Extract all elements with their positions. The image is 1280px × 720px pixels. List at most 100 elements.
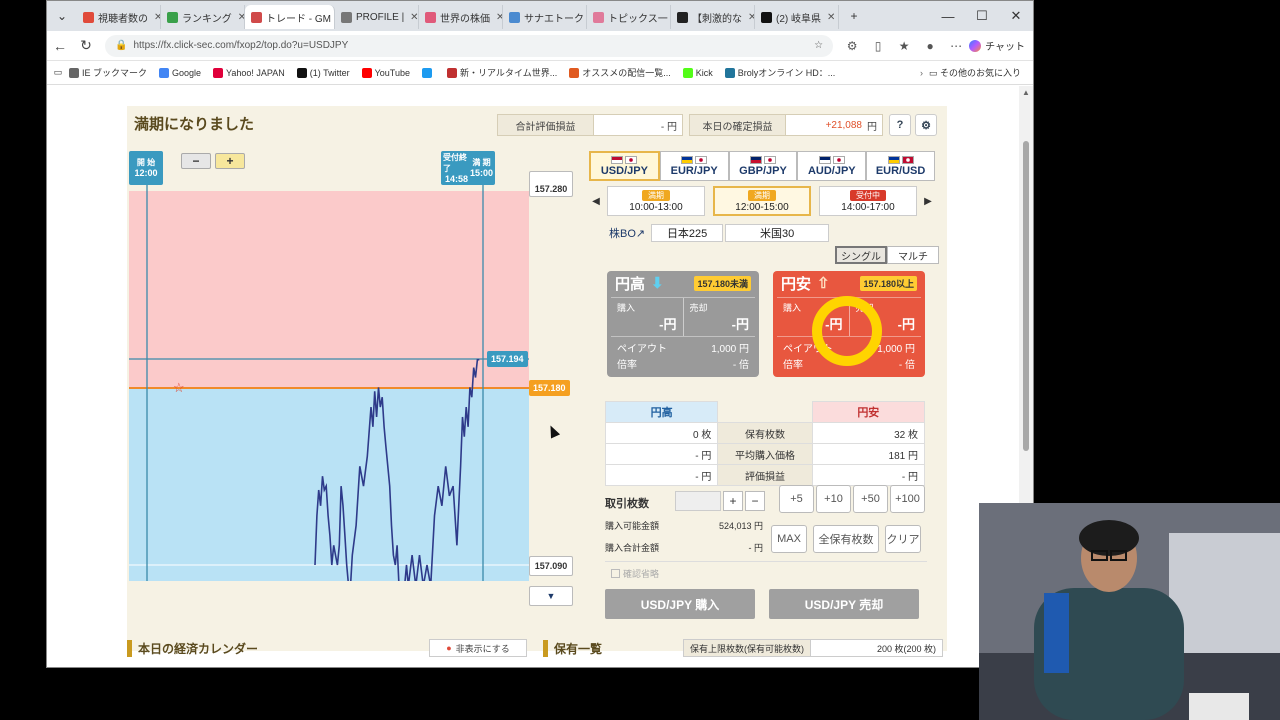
close-window-icon[interactable]: ✕	[999, 8, 1033, 24]
tab-6[interactable]: トピックス一✕	[587, 5, 671, 29]
copilot-chat-button[interactable]: チャット	[969, 38, 1025, 53]
price-chart: ☆ 12:0012:3013:0013:3014:0014:3015:00 開 …	[129, 151, 579, 606]
sell-button[interactable]: USD/JPY 売却	[769, 589, 919, 619]
bookmark-0[interactable]: IE ブックマーク	[69, 66, 147, 79]
qty-plus-button[interactable]: +	[723, 491, 743, 511]
pair-tab-1[interactable]: EUR/JPY	[659, 151, 729, 181]
total-label: 購入合計金額	[605, 543, 660, 553]
bookmark-4[interactable]: YouTube	[361, 67, 410, 78]
scroll-down-icon[interactable]: ▼	[529, 586, 573, 606]
period-1[interactable]: 満期 12:00-15:00	[713, 186, 811, 216]
reload-icon[interactable]: ↻	[73, 37, 99, 54]
holdings-title: 保有一覧	[554, 641, 603, 656]
total-value: - 円	[748, 543, 764, 553]
tab-label: PROFILE |	[356, 11, 405, 23]
close-tab-icon[interactable]: ✕	[404, 12, 418, 23]
bookmark-label: Google	[172, 67, 202, 78]
quick-qty-button[interactable]: +50	[853, 485, 888, 513]
close-tab-icon[interactable]: ✕	[490, 12, 502, 23]
tab-label: (2) 岐阜県	[776, 13, 821, 25]
price-top-label[interactable]: 157.280	[529, 171, 573, 197]
maximize-icon[interactable]: ☐	[965, 8, 999, 24]
tab-5[interactable]: サナエトーク✕	[503, 5, 587, 29]
bookmark-6[interactable]: 新・リアルタイム世界...	[446, 66, 557, 79]
scroll-up-icon[interactable]: ▲	[1022, 88, 1030, 97]
url-input[interactable]: 🔒 https://fx.click-sec.com/fxop2/top.do?…	[105, 34, 834, 57]
tab-2[interactable]: トレード - GM✕	[245, 5, 335, 29]
bookmark-5[interactable]	[421, 67, 435, 78]
tab-us30[interactable]: 米国30	[725, 224, 830, 242]
close-tab-icon[interactable]: ✕	[232, 12, 244, 23]
more-icon[interactable]: ⋯	[943, 39, 969, 53]
accept-end-label: 受付終了	[443, 152, 467, 173]
close-tab-icon[interactable]: ✕	[742, 12, 754, 23]
pair-tab-3[interactable]: AUD/JPY	[797, 151, 867, 181]
tab-actions-icon[interactable]: ▭	[47, 67, 69, 78]
bookmark-3[interactable]: (1) Twitter	[296, 67, 350, 78]
bookmark-1[interactable]: Google	[159, 67, 202, 78]
quick-qty-button[interactable]: +5	[779, 485, 814, 513]
zoom-in-icon[interactable]: +	[215, 153, 245, 169]
prev-period-icon[interactable]: ◀	[589, 186, 603, 216]
bookmark-favicon-icon	[569, 67, 580, 78]
qty-input[interactable]	[675, 491, 721, 511]
help-button[interactable]: ?	[889, 114, 911, 136]
bookmark-8[interactable]: Kick	[682, 67, 713, 78]
settings-gear-icon[interactable]: ⚙	[915, 114, 937, 136]
zoom-out-icon[interactable]: −	[181, 153, 211, 169]
bookmark-9[interactable]: Brolyオンライン HD：...	[724, 66, 835, 79]
tab-8[interactable]: (2) 岐阜県 ✕	[755, 5, 839, 29]
pair-tab-2[interactable]: GBP/JPY	[728, 151, 798, 181]
qty-minus-button[interactable]: −	[745, 491, 765, 511]
yen-up-card[interactable]: 円高 ⬇ 157.180未満 購入 -円 売却 -円 ペイアウト 1,000 円 倍率 - …	[607, 271, 759, 377]
pair-label: EUR/USD	[875, 164, 926, 177]
confirm-skip-checkbox[interactable]: 確認省略	[611, 567, 659, 580]
scroll-thumb[interactable]	[1023, 141, 1029, 451]
quick-qty-button[interactable]: +10	[816, 485, 851, 513]
next-period-icon[interactable]: ▶	[921, 186, 935, 216]
tab-list-chevron-icon[interactable]: ⌄	[47, 9, 77, 23]
tab-label: 【刺激的な	[692, 13, 742, 25]
extensions-icon[interactable]: ⚙	[839, 39, 865, 53]
new-tab-icon[interactable]: +	[839, 9, 869, 23]
period-0[interactable]: 満期 10:00-13:00	[607, 186, 705, 216]
tab-3[interactable]: PROFILE | ✕	[335, 5, 419, 29]
clear-button[interactable]: クリア	[885, 525, 921, 553]
favorite-star-icon[interactable]: ☆	[814, 40, 823, 51]
stock-bo-link[interactable]: 株BO↗	[589, 225, 651, 241]
bookmark-favicon-icon	[159, 67, 170, 78]
avail-label: 購入可能金額	[605, 521, 660, 531]
period-2[interactable]: 受付中 14:00-17:00	[819, 186, 917, 216]
quick-qty-button[interactable]: +100	[890, 485, 925, 513]
max-button[interactable]: MAX	[771, 525, 807, 553]
more-bookmarks-chevron-icon[interactable]: ›	[920, 68, 923, 78]
tab-1[interactable]: ランキング✕	[161, 5, 245, 29]
single-mode-tab[interactable]: シングル	[835, 246, 887, 264]
bookmark-2[interactable]: Yahoo! JAPAN	[213, 67, 285, 78]
tab-nikkei225[interactable]: 日本225	[651, 224, 724, 242]
tab-7[interactable]: 【刺激的な✕	[671, 5, 755, 29]
split-screen-icon[interactable]: ▯	[865, 39, 891, 53]
pair-tab-4[interactable]: EUR/USD	[866, 151, 935, 181]
buy-button[interactable]: USD/JPY 購入	[605, 589, 755, 619]
pair-tab-0[interactable]: USD/JPY	[589, 151, 660, 181]
period-badge: 受付中	[850, 189, 886, 201]
tab-0[interactable]: 視聴者数の✕	[77, 5, 161, 29]
address-bar: ← ↻ 🔒 https://fx.click-sec.com/fxop2/top…	[47, 31, 1033, 61]
close-tab-icon[interactable]: ✕	[148, 12, 160, 23]
tab-4[interactable]: 世界の株価✕	[419, 5, 503, 29]
bookmark-7[interactable]: オススメの配信一覧...	[569, 66, 671, 79]
start-flag: 開 始 12:00	[129, 151, 163, 185]
hide-calendar-button[interactable]: ● 非表示にする	[429, 639, 527, 657]
minimize-icon[interactable]: —	[931, 9, 965, 24]
other-bookmarks[interactable]: ▭ その他のお気に入り	[929, 66, 1021, 79]
close-tab-icon[interactable]: ✕	[821, 12, 835, 23]
favorites-icon[interactable]: ★	[891, 39, 917, 53]
product-tabs: 株BO↗ 日本225 米国30	[589, 223, 831, 243]
profile-avatar-icon[interactable]: ●	[917, 39, 943, 53]
all-holdings-button[interactable]: 全保有枚数	[813, 525, 879, 553]
tab-favicon-icon	[761, 11, 772, 23]
holdings-section-title: 保有一覧	[543, 638, 602, 658]
multi-mode-tab[interactable]: マルチ	[887, 246, 939, 264]
back-icon[interactable]: ←	[47, 38, 73, 54]
